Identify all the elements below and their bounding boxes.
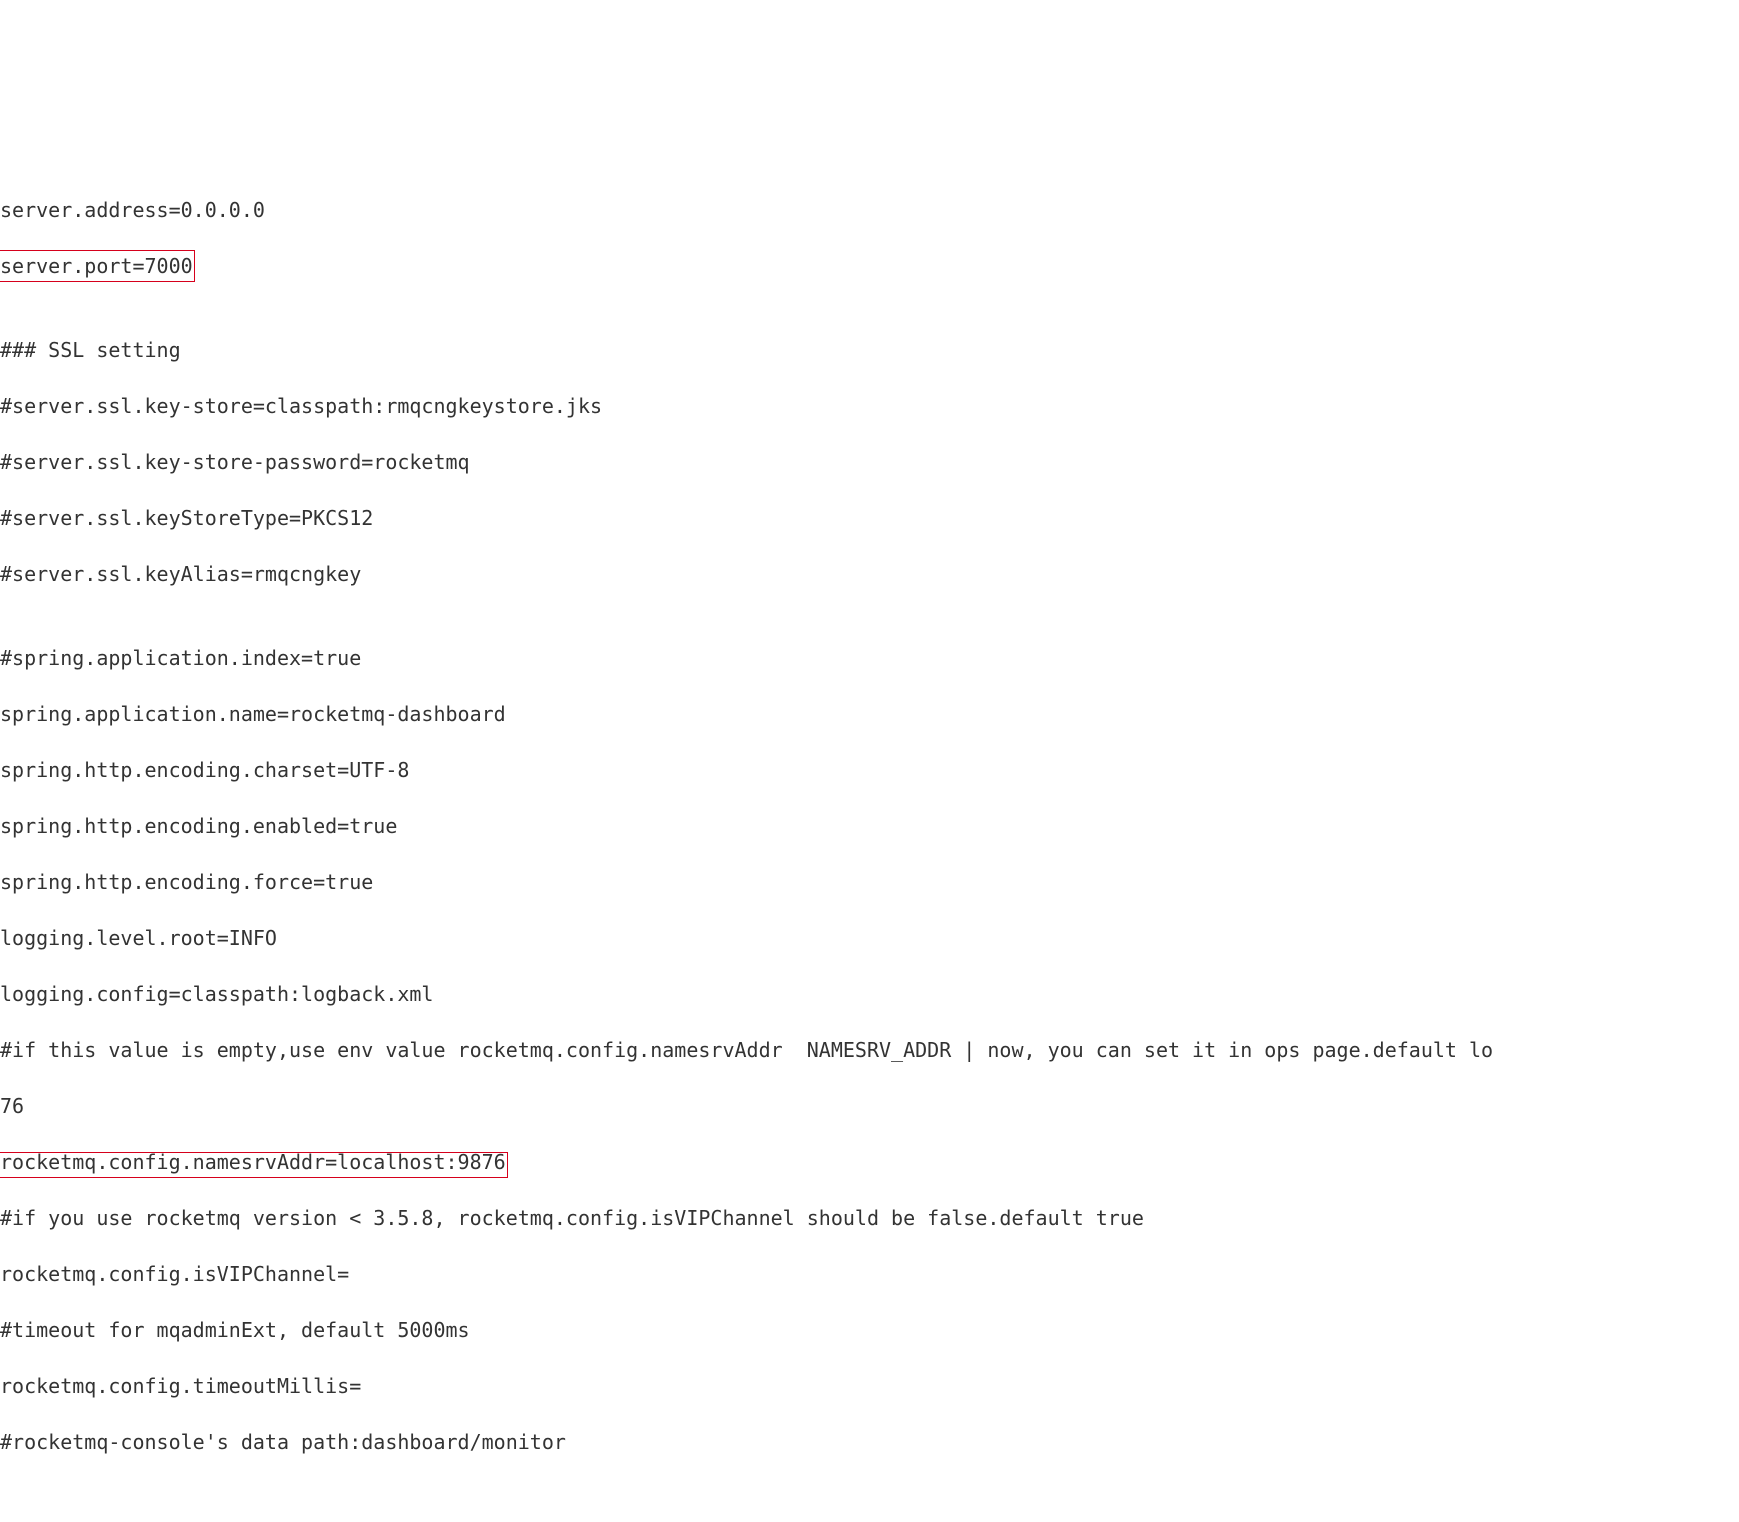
config-line: logging.config=classpath:logback.xml xyxy=(0,980,1739,1008)
highlight-server-port: server.port=7000 xyxy=(0,252,193,280)
config-file-text: server.address=0.0.0.0 server.port=7000 … xyxy=(0,140,1739,1484)
config-line: #timeout for mqadminExt, default 5000ms xyxy=(0,1316,1739,1344)
config-line: rocketmq.config.timeoutMillis= xyxy=(0,1372,1739,1400)
config-line: #spring.application.index=true xyxy=(0,644,1739,672)
config-line: ### SSL setting xyxy=(0,336,1739,364)
config-line: spring.application.name=rocketmq-dashboa… xyxy=(0,700,1739,728)
config-line: server.address=0.0.0.0 xyxy=(0,196,1739,224)
config-line: spring.http.encoding.enabled=true xyxy=(0,812,1739,840)
config-line: #server.ssl.keyStoreType=PKCS12 xyxy=(0,504,1739,532)
config-line: 76 xyxy=(0,1092,1739,1120)
config-line: #if you use rocketmq version < 3.5.8, ro… xyxy=(0,1204,1739,1232)
config-line: rocketmq.config.isVIPChannel= xyxy=(0,1260,1739,1288)
config-line: #server.ssl.key-store=classpath:rmqcngke… xyxy=(0,392,1739,420)
config-line: rocketmq.config.namesrvAddr=localhost:98… xyxy=(0,1148,1739,1176)
config-line: server.port=7000 xyxy=(0,252,1739,280)
config-line: #server.ssl.key-store-password=rocketmq xyxy=(0,448,1739,476)
config-line: spring.http.encoding.charset=UTF-8 xyxy=(0,756,1739,784)
config-line: #if this value is empty,use env value ro… xyxy=(0,1036,1739,1064)
config-line: spring.http.encoding.force=true xyxy=(0,868,1739,896)
config-line: logging.level.root=INFO xyxy=(0,924,1739,952)
config-line: #rocketmq-console's data path:dashboard/… xyxy=(0,1428,1739,1456)
highlight-namesrv-addr: rocketmq.config.namesrvAddr=localhost:98… xyxy=(0,1148,506,1176)
config-line: #server.ssl.keyAlias=rmqcngkey xyxy=(0,560,1739,588)
